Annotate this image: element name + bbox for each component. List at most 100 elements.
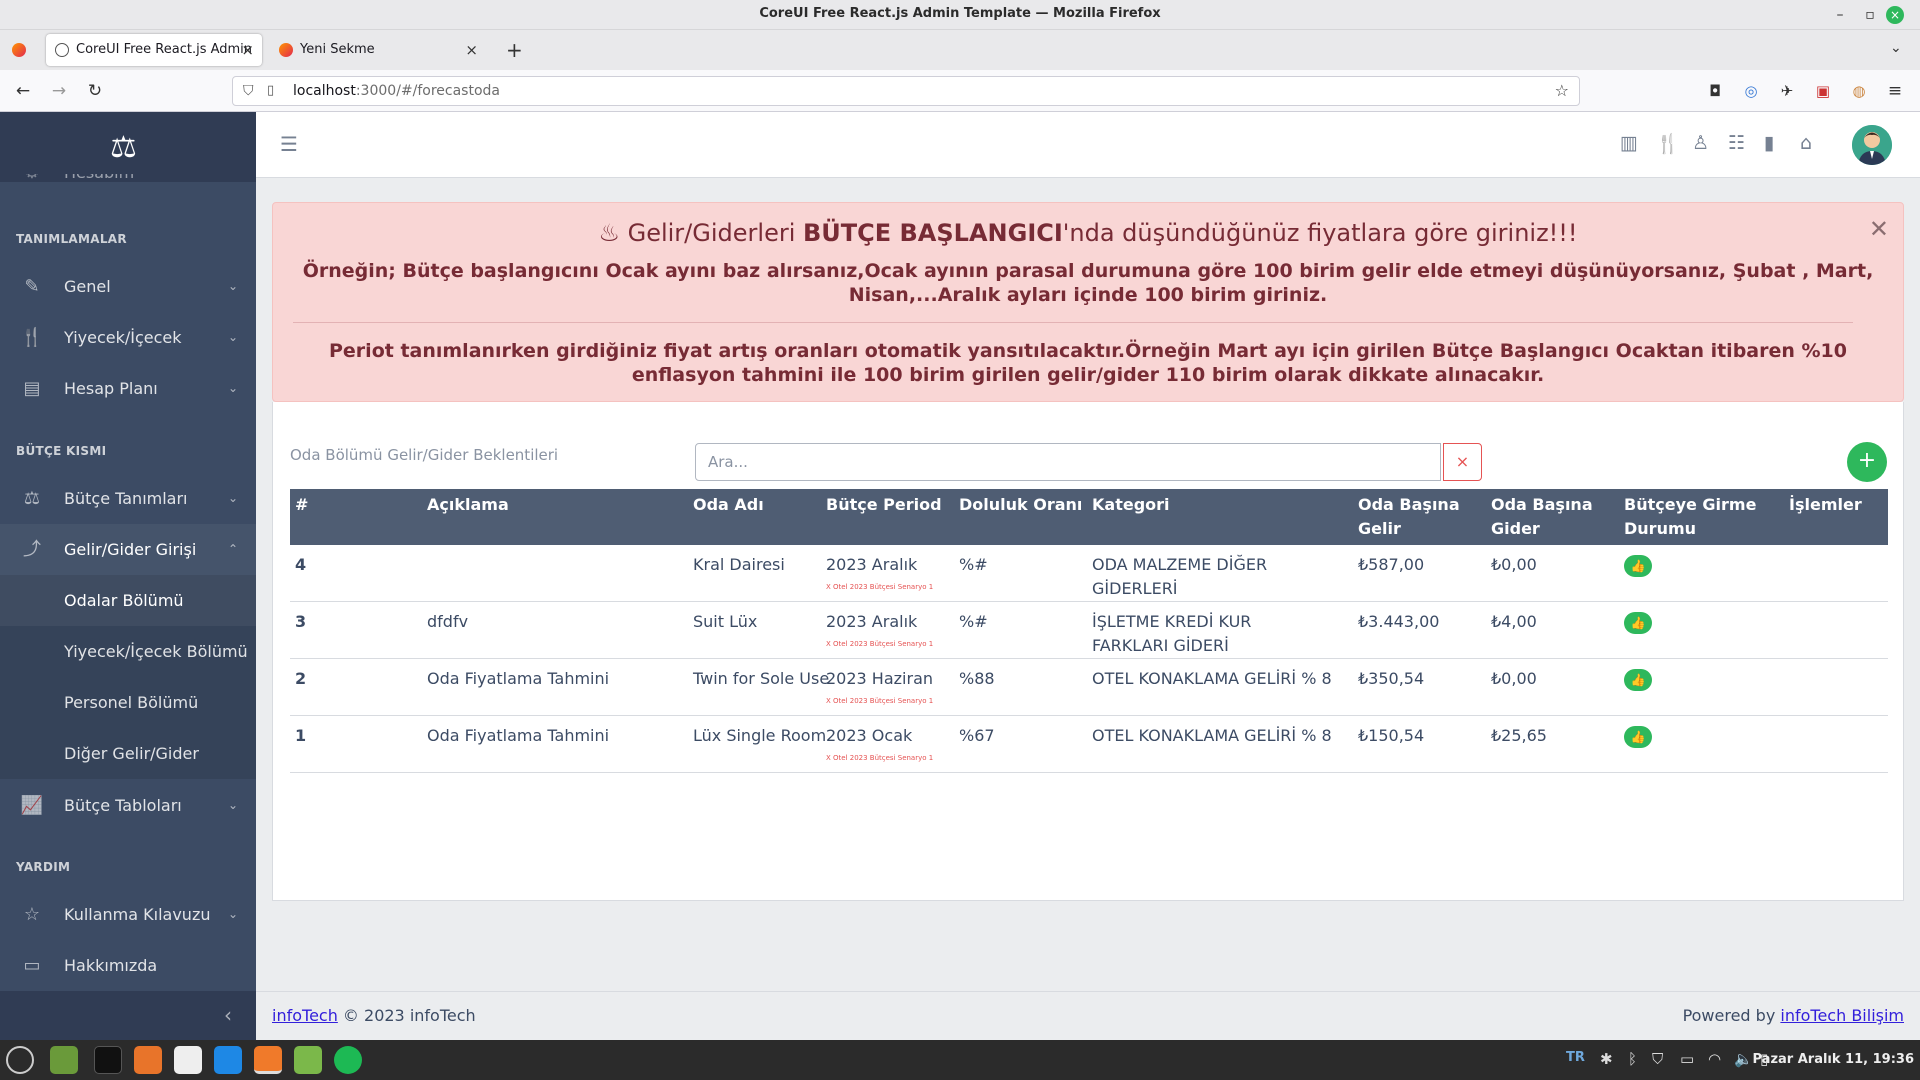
bar-chart-icon[interactable]: ▮ bbox=[1764, 132, 1774, 154]
col-no[interactable]: # bbox=[295, 493, 308, 517]
new-tab-button[interactable]: + bbox=[506, 38, 523, 62]
files-icon[interactable] bbox=[50, 1046, 78, 1074]
sidebar-item-genel[interactable]: ✎ Genel ⌄ bbox=[0, 261, 256, 312]
sidebar-brand[interactable]: ⚖ bbox=[0, 112, 256, 182]
shield-tray-icon[interactable]: ⛉ bbox=[1652, 1050, 1663, 1068]
extension-icon-3[interactable]: ▣ bbox=[1810, 78, 1836, 104]
alert-heading-pre: Gelir/Giderleri bbox=[627, 219, 803, 247]
folder-icon[interactable] bbox=[294, 1046, 322, 1074]
col-aciklama[interactable]: Açıklama bbox=[427, 493, 509, 517]
bookmark-star-icon[interactable]: ☆ bbox=[1555, 77, 1569, 105]
sidebar-item-hesap-plani[interactable]: ▤ Hesap Planı ⌄ bbox=[0, 363, 256, 414]
table-row[interactable]: 3 dfdfv Suit Lüx 2023 Aralık X Otel 2023… bbox=[290, 602, 1888, 659]
extension-icon[interactable]: ◎ bbox=[1738, 78, 1764, 104]
footer-company-link[interactable]: infoTech Bilişim bbox=[1780, 1006, 1904, 1025]
extension-icon-2[interactable]: ✈ bbox=[1774, 78, 1800, 104]
url-path: :3000/#/forecastoda bbox=[355, 83, 500, 99]
pocket-icon[interactable]: ◘ bbox=[1702, 78, 1728, 104]
cell-scenario: X Otel 2023 Bütçesi Senaryo 1 bbox=[826, 697, 934, 705]
app-menu-icon[interactable]: ≡ bbox=[1882, 78, 1908, 104]
os-taskbar: TR ✱ ᛒ ⛉ ▭ ◠ 🔈 ▯ Pazar Aralık 11, 19:36 bbox=[0, 1040, 1920, 1080]
user-icon[interactable]: ♙ bbox=[1692, 132, 1709, 154]
firefox-menu-icon[interactable] bbox=[12, 43, 26, 57]
firefox-icon bbox=[279, 43, 293, 57]
col-oda[interactable]: Oda Adı bbox=[693, 493, 764, 517]
footer-brand-link[interactable]: infoTech bbox=[272, 1006, 338, 1025]
table-row[interactable]: 2 Oda Fiyatlama Tahmini Twin for Sole Us… bbox=[290, 659, 1888, 716]
firefox-taskbar-icon[interactable] bbox=[254, 1046, 282, 1074]
spotify-icon[interactable] bbox=[334, 1046, 362, 1074]
sidebar-item-gelir-gider[interactable]: ⤴ Gelir/Gider Girişi ⌃ bbox=[0, 524, 256, 575]
col-doluluk[interactable]: Doluluk Oranı bbox=[959, 493, 1082, 517]
pencil-icon: ✎ bbox=[24, 276, 40, 297]
search-input[interactable]: Ara... bbox=[695, 443, 1441, 481]
sidebar-item-odalar[interactable]: Odalar Bölümü bbox=[0, 575, 256, 626]
briefcase-icon: ▤ bbox=[23, 378, 41, 399]
sidebar-item-label: Bütçe Tanımları bbox=[64, 489, 188, 508]
home-icon[interactable]: ⌂ bbox=[1800, 132, 1812, 154]
close-tab-icon[interactable]: × bbox=[241, 34, 254, 66]
sidebar-item-yiyecek-bolumu[interactable]: Yiyecek/İçecek Bölümü bbox=[0, 626, 256, 677]
utensils-icon[interactable]: 🍴 bbox=[1656, 132, 1680, 155]
vscode-icon[interactable] bbox=[214, 1046, 242, 1074]
tab-new[interactable]: Yeni Sekme × bbox=[270, 34, 486, 66]
keyboard-layout[interactable]: TR bbox=[1566, 1050, 1585, 1065]
cell-aciklama: Oda Fiyatlama Tahmini bbox=[427, 669, 610, 688]
sidebar-item-yiyecek[interactable]: 🍴 Yiyecek/İçecek ⌄ bbox=[0, 312, 256, 363]
app-icon[interactable] bbox=[174, 1046, 202, 1074]
page-info-icon[interactable]: ▯ bbox=[267, 77, 274, 105]
shield-icon[interactable]: ⛉ bbox=[243, 77, 254, 105]
maximize-button[interactable]: ▫ bbox=[1858, 3, 1882, 27]
close-icon[interactable]: ✕ bbox=[1869, 215, 1889, 243]
sidebar-item-butce-tanimlari[interactable]: ⚖ Bütçe Tanımları ⌄ bbox=[0, 473, 256, 524]
clock[interactable]: Pazar Aralık 11, 19:36 bbox=[1753, 1052, 1915, 1067]
sidebar-item-diger[interactable]: Diğer Gelir/Gider bbox=[0, 728, 256, 779]
terminal-icon[interactable] bbox=[94, 1046, 122, 1074]
sidebar-item-hakkimizda[interactable]: ▭ Hakkımızda bbox=[0, 940, 256, 991]
sublime-icon[interactable] bbox=[134, 1046, 162, 1074]
wifi-icon[interactable]: ◠ bbox=[1708, 1050, 1721, 1068]
avatar[interactable] bbox=[1852, 125, 1892, 165]
col-period[interactable]: Bütçe Period bbox=[826, 493, 942, 517]
slack-icon[interactable]: ✱ bbox=[1600, 1050, 1613, 1068]
extension-icon-4[interactable]: ◍ bbox=[1846, 78, 1872, 104]
close-tab-icon[interactable]: × bbox=[465, 34, 478, 66]
col-islemler[interactable]: İşlemler bbox=[1789, 493, 1862, 517]
col-kategori[interactable]: Kategori bbox=[1092, 493, 1170, 517]
clear-search-button[interactable]: × bbox=[1443, 443, 1482, 481]
menu-toggle-icon[interactable]: ☰ bbox=[280, 132, 298, 156]
network-icon[interactable]: ▭ bbox=[1680, 1050, 1694, 1068]
col-durum[interactable]: Bütçeye Girme Durumu bbox=[1624, 493, 1756, 541]
tab-coreui[interactable]: CoreUI Free React.js Admin × bbox=[46, 34, 262, 66]
tab-list-button[interactable]: ⌄ bbox=[1890, 40, 1902, 56]
sidebar-item-label: Gelir/Gider Girişi bbox=[64, 540, 197, 559]
table-row[interactable]: 4 Kral Dairesi 2023 Aralık X Otel 2023 B… bbox=[290, 545, 1888, 602]
col-gelir[interactable]: Oda Başına Gelir bbox=[1358, 493, 1460, 541]
chevron-down-icon: ⌄ bbox=[227, 279, 238, 293]
sidebar-item-butce-tablolari[interactable]: 📈 Bütçe Tabloları ⌄ bbox=[0, 780, 256, 831]
cell-aciklama: Oda Fiyatlama Tahmini bbox=[427, 726, 610, 745]
volume-icon[interactable]: 🔈 bbox=[1734, 1050, 1753, 1068]
bluetooth-icon[interactable]: ᛒ bbox=[1628, 1050, 1637, 1068]
cell-gelir: ₺3.443,00 bbox=[1358, 612, 1440, 631]
thumbs-up-icon[interactable]: 👍 bbox=[1624, 669, 1652, 691]
sidebar-item-kilavuz[interactable]: ☆ Kullanma Kılavuzu ⌄ bbox=[0, 889, 256, 940]
back-button[interactable]: ← bbox=[10, 78, 36, 104]
col-gider[interactable]: Oda Başına Gider bbox=[1491, 493, 1593, 541]
list-icon[interactable]: ☷ bbox=[1728, 132, 1745, 154]
mint-menu-icon[interactable] bbox=[6, 1046, 34, 1074]
table-row[interactable]: 1 Oda Fiyatlama Tahmini Lüx Single Room … bbox=[290, 716, 1888, 773]
thumbs-up-icon[interactable]: 👍 bbox=[1624, 726, 1652, 748]
reload-button[interactable]: ↻ bbox=[82, 78, 108, 104]
sidebar-toggler[interactable]: ‹ bbox=[0, 991, 256, 1040]
add-button[interactable]: + bbox=[1847, 442, 1887, 482]
sidebar-item-personel[interactable]: Personel Bölümü bbox=[0, 677, 256, 728]
minimize-button[interactable]: – bbox=[1828, 3, 1852, 27]
thumbs-up-icon[interactable]: 👍 bbox=[1624, 555, 1652, 577]
forward-button[interactable]: → bbox=[46, 78, 72, 104]
thumbs-up-icon[interactable]: 👍 bbox=[1624, 612, 1652, 634]
url-bar[interactable]: ⛉ ▯ localhost:3000/#/forecastoda ☆ bbox=[232, 76, 1580, 106]
cell-no: 4 bbox=[295, 555, 307, 574]
building-icon[interactable]: ▥ bbox=[1620, 132, 1638, 154]
close-window-button[interactable]: × bbox=[1886, 6, 1904, 24]
